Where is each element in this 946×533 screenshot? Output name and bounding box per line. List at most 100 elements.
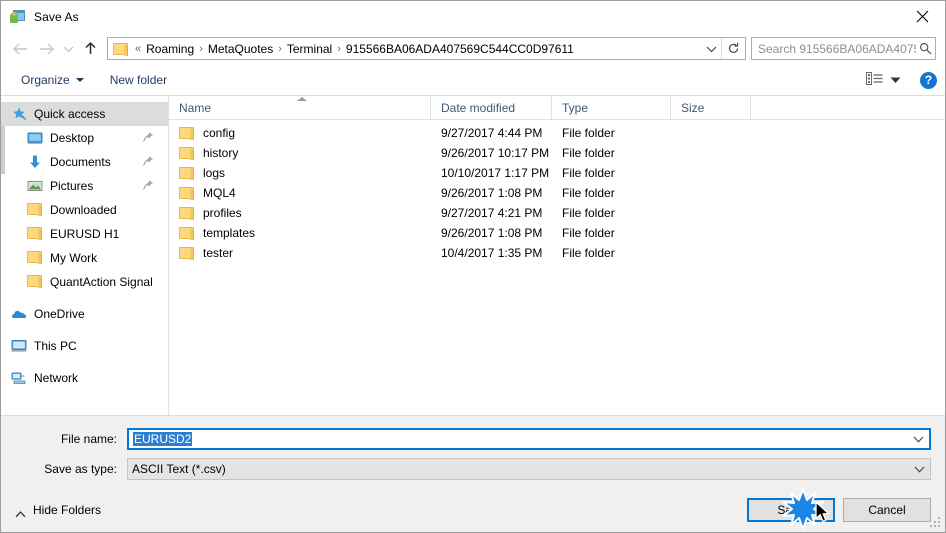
table-row[interactable]: templates 9/26/2017 1:08 PM File folder bbox=[169, 223, 945, 243]
file-date: 10/4/2017 1:35 PM bbox=[441, 246, 543, 260]
pin-icon[interactable] bbox=[142, 155, 154, 167]
search-input[interactable]: Search 915566BA06ADA40756... bbox=[752, 42, 916, 56]
sidebar-item-this-pc[interactable]: This PC bbox=[1, 334, 168, 358]
file-name: history bbox=[203, 146, 239, 160]
sidebar-item-downloaded[interactable]: Downloaded bbox=[1, 198, 168, 222]
file-name-row: File name: EURUSD2 bbox=[15, 428, 931, 450]
sidebar-item-eurusd-h1[interactable]: EURUSD H1 bbox=[1, 222, 168, 246]
pin-icon[interactable] bbox=[142, 179, 154, 191]
column-header-size[interactable]: Size bbox=[671, 96, 751, 119]
file-date: 10/10/2017 1:17 PM bbox=[441, 166, 550, 180]
network-icon bbox=[11, 370, 27, 386]
column-label: Name bbox=[179, 100, 212, 115]
pictures-icon bbox=[27, 178, 43, 194]
breadcrumb-item-guid[interactable]: 915566BA06ADA407569C544CC0D97611 bbox=[343, 42, 577, 56]
save-button[interactable]: Save bbox=[747, 498, 835, 522]
organize-button[interactable]: Organize bbox=[15, 70, 90, 90]
sidebar-label: This PC bbox=[34, 339, 77, 353]
navigation-bar: « Roaming › MetaQuotes › Terminal › 9155… bbox=[1, 32, 945, 65]
table-row[interactable]: logs 10/10/2017 1:17 PM File folder bbox=[169, 163, 945, 183]
address-bar[interactable]: « Roaming › MetaQuotes › Terminal › 9155… bbox=[107, 37, 746, 60]
breadcrumb-item-roaming[interactable]: Roaming bbox=[143, 42, 197, 56]
new-folder-button[interactable]: New folder bbox=[104, 70, 173, 90]
resize-grip-icon[interactable] bbox=[930, 517, 942, 529]
file-name-input[interactable]: EURUSD2 bbox=[127, 428, 931, 450]
chevron-down-icon bbox=[75, 78, 84, 82]
file-type: File folder bbox=[562, 166, 615, 180]
close-icon[interactable] bbox=[899, 1, 945, 31]
sidebar-item-quantaction-signal[interactable]: QuantAction Signal bbox=[1, 270, 168, 294]
help-button[interactable]: ? bbox=[920, 71, 937, 89]
save-as-type-select[interactable]: ASCII Text (*.csv) bbox=[127, 458, 931, 480]
file-name-chevron-down-icon[interactable] bbox=[907, 430, 929, 448]
chevron-up-icon bbox=[15, 507, 26, 517]
file-name-value-wrap: EURUSD2 bbox=[129, 432, 907, 446]
breadcrumb-item-terminal[interactable]: Terminal bbox=[284, 42, 335, 56]
column-header-type[interactable]: Type bbox=[552, 96, 671, 119]
file-date: 9/26/2017 10:17 PM bbox=[441, 146, 550, 160]
sidebar-item-pictures[interactable]: Pictures bbox=[1, 174, 168, 198]
column-header-name[interactable]: Name bbox=[169, 96, 431, 119]
view-mode-chevron-down-icon[interactable] bbox=[890, 73, 901, 87]
save-as-type-value: ASCII Text (*.csv) bbox=[132, 462, 226, 476]
column-label: Size bbox=[681, 100, 705, 115]
table-row[interactable]: tester 10/4/2017 1:35 PM File folder bbox=[169, 243, 945, 263]
folder-icon bbox=[179, 206, 195, 220]
folder-icon bbox=[179, 166, 195, 180]
file-name-cell: profiles bbox=[169, 206, 431, 220]
sidebar-item-my-work[interactable]: My Work bbox=[1, 246, 168, 270]
file-type: File folder bbox=[562, 186, 615, 200]
sidebar-item-quick-access[interactable]: Quick access bbox=[1, 102, 168, 126]
file-type: File folder bbox=[562, 206, 615, 220]
forward-button[interactable] bbox=[33, 36, 59, 62]
table-row[interactable]: config 9/27/2017 4:44 PM File folder bbox=[169, 123, 945, 143]
file-name: config bbox=[203, 126, 236, 140]
folder-icon bbox=[27, 274, 43, 290]
view-mode-button[interactable] bbox=[861, 70, 906, 90]
breadcrumb-overflow[interactable]: « bbox=[133, 43, 143, 55]
file-type: File folder bbox=[562, 246, 615, 260]
address-dropdown-icon[interactable] bbox=[701, 38, 721, 59]
table-row[interactable]: MQL4 9/26/2017 1:08 PM File folder bbox=[169, 183, 945, 203]
hide-folders-button[interactable]: Hide Folders bbox=[15, 503, 101, 517]
file-date: 9/27/2017 4:21 PM bbox=[441, 206, 543, 220]
sort-ascending-icon bbox=[297, 97, 307, 101]
cancel-button[interactable]: Cancel bbox=[843, 498, 931, 522]
table-row[interactable]: history 9/26/2017 10:17 PM File folder bbox=[169, 143, 945, 163]
sidebar-label: Documents bbox=[50, 155, 111, 169]
save-form: File name: EURUSD2 Save as type: ASCII T… bbox=[1, 415, 945, 488]
column-header-date-modified[interactable]: Date modified bbox=[431, 96, 552, 119]
refresh-icon[interactable] bbox=[721, 38, 745, 59]
up-button[interactable] bbox=[77, 36, 103, 62]
file-date: 9/26/2017 1:08 PM bbox=[441, 186, 543, 200]
folder-icon bbox=[179, 186, 195, 200]
onedrive-cloud-icon bbox=[11, 306, 27, 322]
file-type: File folder bbox=[562, 126, 615, 140]
back-button[interactable] bbox=[7, 36, 33, 62]
sidebar-label: OneDrive bbox=[34, 307, 85, 321]
sidebar-item-onedrive[interactable]: OneDrive bbox=[1, 302, 168, 326]
column-header-filler bbox=[751, 96, 945, 119]
sidebar-label: Downloaded bbox=[50, 203, 117, 217]
folder-icon bbox=[27, 250, 43, 266]
file-type: File folder bbox=[562, 226, 615, 240]
pin-icon[interactable] bbox=[142, 131, 154, 143]
dialog-body: Quick access Desktop Documents Pictures … bbox=[1, 96, 945, 415]
save-as-type-chevron-down-icon[interactable] bbox=[908, 459, 930, 479]
folder-icon bbox=[113, 42, 129, 56]
table-row[interactable]: profiles 9/27/2017 4:21 PM File folder bbox=[169, 203, 945, 223]
sidebar-label: Pictures bbox=[50, 179, 94, 193]
sidebar-item-network[interactable]: Network bbox=[1, 366, 168, 390]
window-title: Save As bbox=[34, 9, 79, 24]
file-name-cell: logs bbox=[169, 166, 431, 180]
navigation-pane: Quick access Desktop Documents Pictures … bbox=[1, 96, 169, 415]
sidebar-item-documents[interactable]: Documents bbox=[1, 150, 168, 174]
search-box[interactable]: Search 915566BA06ADA40756... bbox=[751, 37, 936, 60]
file-name: templates bbox=[203, 226, 256, 240]
breadcrumb-item-metaquotes[interactable]: MetaQuotes bbox=[205, 42, 276, 56]
desktop-icon bbox=[27, 130, 43, 146]
column-label: Type bbox=[562, 100, 589, 115]
save-as-type-label: Save as type: bbox=[44, 462, 117, 476]
recent-locations-button[interactable] bbox=[59, 36, 77, 62]
sidebar-item-desktop[interactable]: Desktop bbox=[1, 126, 168, 150]
